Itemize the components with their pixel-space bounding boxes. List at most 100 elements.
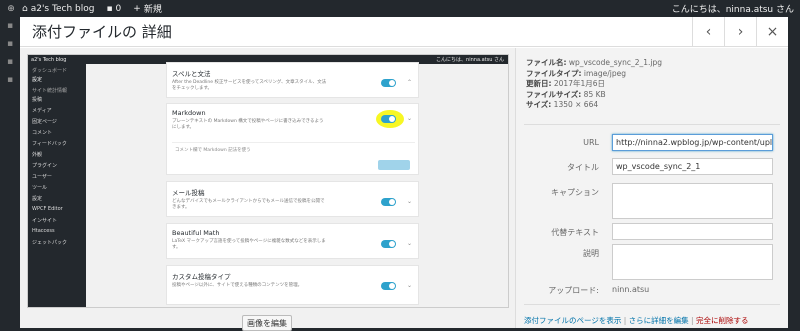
shot-card-desc: どんなデバイスでもメールクライアントからでもメール送信で投稿を公開できます。 [172, 199, 325, 210]
updated-label: 更新日: [526, 79, 552, 88]
shot-menu-item: インサイト [32, 218, 58, 224]
shot-menu-item: 設定 [32, 77, 43, 83]
filetype-value: image/jpeg [583, 68, 626, 78]
new-label: 新規 [143, 5, 162, 15]
shot-card-desc: LaTeX マークアップ言語を使って投稿やページに複雑な数式などを表示します。 [172, 239, 326, 250]
filesize-label: ファイルサイズ: [526, 89, 582, 99]
url-label: URL [583, 138, 599, 147]
site-name-link[interactable]: ⌂ a2's Tech blog [22, 4, 94, 14]
wordpress-logo-icon[interactable]: ⊕ [0, 4, 22, 14]
close-icon: × [766, 23, 779, 40]
shot-main: スペルと文法 After the Deadline 校正サービスを使ってスペリン… [86, 62, 508, 307]
attachment-image: a2's Tech blog こんにちは、ninna.atsu さん ダッシュボ… [27, 54, 509, 308]
shot-module-card: メール投稿 どんなデバイスでもメールクライアントからでもメール送信で投稿を公開で… [166, 181, 419, 217]
close-button[interactable]: × [756, 16, 788, 47]
admin-bar: ⊕ ⌂ a2's Tech blog ▪ 0 + 新規 こんにちは、ninna.at… [0, 0, 800, 17]
shot-menu-item: 設定 [32, 196, 43, 202]
menu-icon[interactable]: ▪ [0, 39, 20, 53]
shot-chevron-icon: ⌄ [406, 240, 412, 247]
modal-header: 添付ファイルの 詳細 ‹ › × [20, 16, 788, 47]
menu-icon[interactable]: ▪ [0, 21, 20, 35]
view-attachment-page-link[interactable]: 添付ファイルのページを表示 [524, 316, 621, 325]
shot-menu-item: 外観 [32, 152, 43, 158]
shot-module-card: Beautiful Math LaTeX マークアップ言語を使って投稿やページに… [166, 223, 419, 259]
shot-card-title: Beautiful Math [172, 229, 220, 237]
menu-icon[interactable]: ▪ [0, 75, 20, 89]
shot-module-card: Markdown プレーンテキストの Markdown 構文で投稿やページに書き… [166, 103, 419, 175]
edit-more-details-link[interactable]: さらに詳細を編集 [629, 316, 689, 325]
comment-icon: ▪ [106, 3, 113, 14]
modal-title: 添付ファイルの 詳細 [32, 23, 172, 41]
shot-card-title: スペルと文法 [172, 70, 211, 78]
shot-menu-item: Htaccess [32, 228, 55, 234]
shot-menu-item: ユーザー [32, 174, 52, 180]
shot-save-button [378, 160, 410, 170]
delete-permanently-link[interactable]: 完全に削除する [696, 316, 749, 325]
shot-chevron-icon: ⌄ [406, 282, 412, 289]
shot-card-desc: After the Deadline 校正サービスを使ってスペリング、文章スタイ… [172, 80, 327, 91]
url-field[interactable]: http://ninna2.wpblog.jp/wp-content/uploa [612, 134, 773, 151]
divider [524, 304, 780, 305]
shot-chevron-icon: ⌃ [406, 79, 412, 86]
comments-link[interactable]: ▪ 0 [106, 4, 121, 14]
shot-menu-item: フィードバック [32, 141, 67, 147]
shot-toggle [381, 240, 396, 248]
description-field[interactable] [612, 244, 773, 280]
title-field[interactable]: wp_vscode_sync_2_1 [612, 158, 773, 175]
shot-card-title: カスタム投稿タイプ [172, 273, 231, 281]
alt-text-field[interactable] [612, 223, 773, 240]
edit-image-button[interactable]: 画像を編集 [242, 315, 292, 331]
admin-sidebar: ▪ ▪ ▪ ▪ [0, 17, 20, 328]
shot-chevron-icon: ⌄ [406, 115, 412, 122]
shot-sidebar: ダッシュボード 設定 サイト統計情報 投稿 メディア 固定ページ コメント フィ… [28, 64, 86, 307]
dimensions-value: 1350 × 664 [553, 100, 599, 109]
shot-menu-item: プラグイン [32, 163, 58, 169]
site-name: a2's Tech blog [30, 3, 95, 14]
shot-menu-item: サイト統計情報 [32, 88, 68, 94]
divider [524, 124, 780, 125]
chevron-right-icon: › [737, 23, 744, 40]
filesize-value: 85 KB [583, 89, 606, 99]
shot-menu-item: ダッシュボード [32, 68, 68, 74]
uploaded-by-value: ninn.atsu [612, 285, 650, 294]
shot-menu-item: ジェットパック [32, 240, 68, 246]
chevron-left-icon: ‹ [705, 23, 712, 40]
filetype-label: ファイルタイプ: [526, 68, 582, 78]
plus-icon: + [133, 3, 141, 14]
shot-card-desc: プレーンテキストの Markdown 構文で投稿やページに書き込みできるようにし… [172, 119, 324, 130]
shot-site-name: a2's Tech blog [31, 56, 67, 63]
shot-menu-item: 固定ページ [32, 119, 57, 125]
account-greeting[interactable]: こんにちは、ninna.atsu さん [672, 2, 794, 15]
attachment-details-modal: 添付ファイルの 詳細 ‹ › × a2's Tech blog こんにちは、ni… [20, 16, 788, 331]
caption-field[interactable] [612, 183, 773, 219]
uploaded-by-label: アップロード: [548, 286, 599, 295]
alt-text-label: 代替テキスト [551, 228, 599, 237]
shot-card-desc: 投稿やページ以外に、サイトで使える種類のコンテンツを管理。 [172, 283, 303, 288]
shot-greeting: こんにちは、ninna.atsu さん [436, 57, 504, 63]
shot-toggle [381, 282, 396, 290]
next-button[interactable]: › [724, 16, 756, 47]
filename-value: wp_vscode_sync_2_1.jpg [568, 58, 662, 67]
shot-toggle [381, 79, 396, 87]
shot-menu-item: ツール [32, 185, 48, 191]
separator: | [621, 316, 629, 325]
new-content-link[interactable]: + 新規 [133, 2, 162, 16]
shot-menu-item: コメント [32, 130, 53, 136]
shot-card-title: メール投稿 [172, 189, 205, 197]
shot-toggle [381, 198, 396, 206]
shot-module-card: カスタム投稿タイプ 投稿やページ以外に、サイトで使える種類のコンテンツを管理。 … [166, 265, 419, 305]
updated-value: 2017年1月6日 [553, 79, 606, 88]
shot-toggle [381, 115, 396, 123]
description-label: 説明 [583, 249, 599, 258]
image-preview-area: a2's Tech blog こんにちは、ninna.atsu さん ダッシュボ… [20, 48, 515, 331]
title-label: タイトル [567, 163, 599, 172]
shot-module-card: スペルと文法 After the Deadline 校正サービスを使ってスペリン… [166, 62, 419, 98]
shot-menu-item: メディア [32, 108, 52, 114]
separator: | [688, 316, 696, 325]
menu-icon[interactable]: ▪ [0, 57, 20, 71]
previous-button[interactable]: ‹ [692, 16, 724, 47]
file-info: ファイル名: wp_vscode_sync_2_1.jpg ファイルタイプ: i… [516, 48, 788, 111]
caption-label: キャプション [551, 188, 599, 197]
attachment-details-panel: ファイル名: wp_vscode_sync_2_1.jpg ファイルタイプ: i… [515, 48, 788, 328]
filename-label: ファイル名: [526, 58, 567, 67]
